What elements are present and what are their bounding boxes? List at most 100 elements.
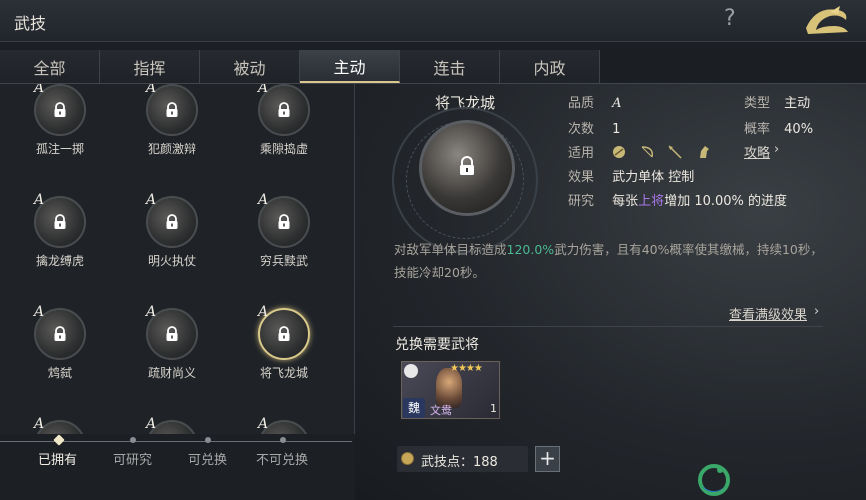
skill-name: 鸩弑 <box>47 366 72 380</box>
skill-name: 擒龙缚虎 <box>35 254 84 268</box>
skill-item[interactable]: A <box>10 416 110 434</box>
skill-item[interactable]: A 将飞龙城 <box>234 304 334 408</box>
general-stars: ★★★★ <box>450 363 483 374</box>
skill-name: 孤注一掷 <box>35 142 84 156</box>
skill-grade: A <box>258 304 269 320</box>
skill-item[interactable]: A <box>122 416 222 434</box>
type-label: 类型 <box>744 96 771 111</box>
rate-row: 概率 40% <box>744 118 813 137</box>
chevron-right-icon: › <box>814 304 820 319</box>
strategy-link[interactable]: 攻略 <box>744 142 770 161</box>
dragon-back-icon[interactable] <box>800 4 852 38</box>
type-value: 主动 <box>784 96 811 111</box>
count-row: 次数 1 <box>568 118 620 137</box>
skill-item[interactable]: A 乘隙捣虚 <box>234 84 334 184</box>
skill-grade: A <box>258 192 269 208</box>
skill-grade: A <box>34 416 45 432</box>
description-text-pre: 对敌军单体目标造成 <box>394 242 507 257</box>
lock-icon <box>166 102 178 117</box>
max-effect-link[interactable]: 查看满级效果 <box>729 304 807 323</box>
skill-item[interactable]: A 明火执仗 <box>122 192 222 296</box>
skill-name: 穷兵黩武 <box>259 254 308 268</box>
filter-researchable[interactable]: 可研究 <box>113 449 152 468</box>
skill-grade: A <box>258 84 269 96</box>
skill-item[interactable]: A 疏财尚义 <box>122 304 222 408</box>
quality-value: A <box>612 96 622 111</box>
page-title: 武技 <box>14 14 47 33</box>
research-prefix: 每张 <box>612 194 639 209</box>
type-row: 类型 主动 <box>744 92 810 111</box>
research-label: 研究 <box>568 194 595 209</box>
horse-icon <box>699 146 709 158</box>
tab-active[interactable]: 主动 <box>300 50 400 83</box>
exchange-title: 兑换需要武将 <box>395 337 479 353</box>
effect-label: 效果 <box>568 170 595 185</box>
research-row: 研究 每张上将增加 10.00% 的进度 <box>568 190 787 209</box>
tab-combo[interactable]: 连击 <box>400 50 500 83</box>
skill-name: 乘隙捣虚 <box>259 142 308 156</box>
skill-grid: A 孤注一掷 A 犯颜激辩 A 乘隙捣虚 A 擒龙缚虎 A 明火执仗 A 穷兵黩武 A 鸩弑 A 疏财尚义 A 将… <box>0 84 350 434</box>
lock-icon <box>54 326 66 341</box>
filter-slider-track <box>0 441 352 442</box>
quality-row: 品质 A <box>568 92 622 111</box>
tab-passive[interactable]: 被动 <box>200 50 300 83</box>
skill-item[interactable]: A 鸩弑 <box>10 304 110 408</box>
tab-command[interactable]: 指挥 <box>100 50 200 83</box>
count-value: 1 <box>612 122 621 137</box>
skill-grade: A <box>146 84 157 96</box>
lock-icon <box>166 214 178 229</box>
research-suffix: 增加 10.00% 的进度 <box>664 194 788 209</box>
header-bar: 武技 ? <box>0 0 866 42</box>
skill-grade: A <box>146 192 157 208</box>
lock-icon <box>278 214 290 229</box>
skill-grade: A <box>258 416 269 432</box>
skill-item[interactable]: A 犯颜激辩 <box>122 84 222 184</box>
lock-icon <box>278 102 290 117</box>
skill-grade: A <box>146 304 157 320</box>
description-highlight: 120.0% <box>506 242 555 257</box>
filter-dot-nonexchange <box>280 437 286 443</box>
tab-all[interactable]: 全部 <box>0 50 100 83</box>
skill-description: 对敌军单体目标造成120.0%武力伤害，且有40%概率使其缴械，持续10秒，技能… <box>394 238 834 284</box>
skill-name: 疏财尚义 <box>147 366 196 380</box>
general-name: 文鸯 <box>430 404 452 417</box>
bow-icon <box>641 146 654 158</box>
skill-name: 将飞龙城 <box>259 366 308 380</box>
skill-name: 明火执仗 <box>147 254 196 268</box>
general-card[interactable]: ★★★★ 魏 文鸯 1 <box>401 361 500 419</box>
tab-internal[interactable]: 内政 <box>500 50 600 83</box>
chevron-right-icon: › <box>774 142 780 157</box>
skill-points-text: 武技点：188 <box>421 455 498 470</box>
lock-icon <box>54 102 66 117</box>
applies-row: 适用 <box>568 142 721 161</box>
rate-value: 40% <box>784 122 814 137</box>
skill-grade: A <box>146 416 157 432</box>
lock-icon <box>166 326 178 341</box>
skill-item[interactable]: A <box>234 416 334 434</box>
applies-label: 适用 <box>568 146 595 161</box>
add-points-button[interactable]: + <box>535 446 560 472</box>
watermark-logo <box>698 464 730 496</box>
section-divider <box>393 326 823 327</box>
count-label: 次数 <box>568 122 595 137</box>
filter-exchangeable[interactable]: 可兑换 <box>188 449 227 468</box>
effect-value: 武力单体 控制 <box>612 170 695 185</box>
faction-badge: 魏 <box>403 398 425 418</box>
filter-dot-exchange <box>205 437 211 443</box>
skill-item[interactable]: A 孤注一掷 <box>10 84 110 184</box>
skill-name: 犯颜激辩 <box>147 142 196 156</box>
tab-bar: 全部 指挥 被动 主动 连击 内政 <box>0 50 600 83</box>
skill-points: 武技点：188 <box>397 446 528 472</box>
research-highlight: 上将 <box>638 194 665 209</box>
skill-item[interactable]: A 穷兵黩武 <box>234 192 334 296</box>
question-mark-icon[interactable]: ? <box>724 6 736 31</box>
filter-not-exchangeable[interactable]: 不可兑换 <box>256 449 308 468</box>
panel-divider <box>354 84 355 434</box>
general-type-icon <box>404 364 418 378</box>
filter-owned[interactable]: 已拥有 <box>38 449 77 468</box>
lock-icon <box>460 156 474 175</box>
skill-grade: A <box>34 192 45 208</box>
coin-icon <box>401 452 414 465</box>
shield-icon <box>613 146 626 158</box>
skill-item[interactable]: A 擒龙缚虎 <box>10 192 110 296</box>
